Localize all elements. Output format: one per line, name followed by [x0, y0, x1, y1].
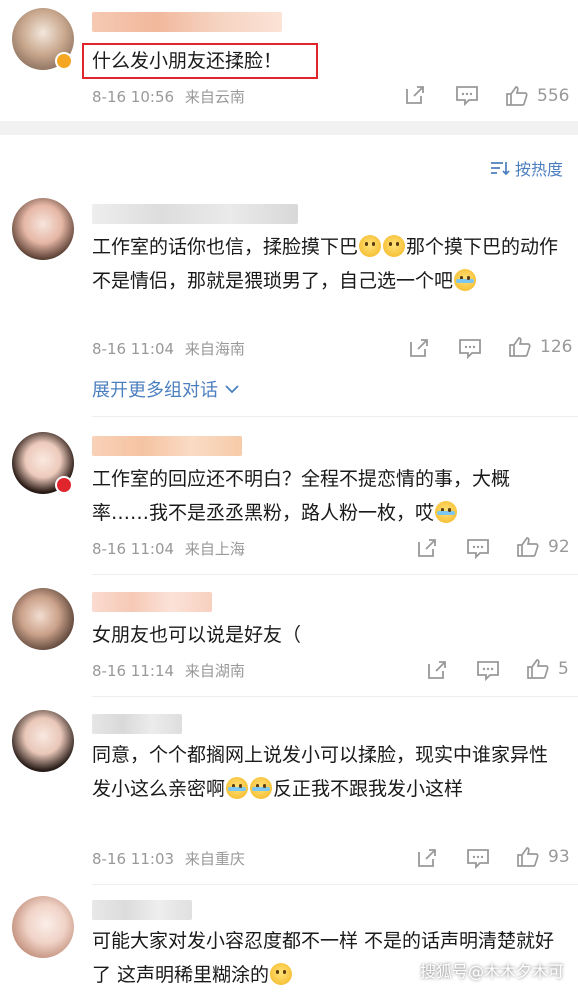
share-button[interactable] [404, 84, 426, 106]
comment-date: 8-16 11:14 [92, 662, 175, 680]
like-button[interactable]: 5 [526, 657, 569, 681]
post-username-blurred[interactable] [92, 12, 282, 32]
comment-location: 来自海南 [184, 340, 245, 358]
post-meta: 8-16 10:56 来自云南 [92, 86, 251, 107]
comment-location: 来自上海 [184, 540, 245, 558]
smirk-emoji-icon [270, 963, 293, 985]
watermark: 搜狐号@木木夕木可 [419, 962, 564, 981]
comment-location: 来自湖南 [184, 662, 245, 680]
comment-meta: 8-16 11:04 来自上海 [92, 538, 251, 559]
sort-icon [491, 162, 510, 176]
comment-button[interactable] [466, 537, 490, 559]
vip-badge-icon [55, 476, 73, 494]
comment-icon [467, 849, 489, 869]
comment-username-blurred[interactable] [92, 592, 212, 612]
shy-emoji-icon [359, 235, 382, 257]
comment-button[interactable] [458, 337, 482, 359]
comment-icon [459, 339, 481, 359]
shy-emoji-icon [383, 235, 406, 257]
chevron-down-icon [225, 385, 239, 394]
row-divider [92, 696, 578, 697]
expand-thread-link[interactable]: 展开更多组对话 [92, 376, 240, 402]
comment-username-blurred[interactable] [92, 714, 182, 734]
comment-like-count: 126 [540, 337, 573, 357]
comment-username-blurred[interactable] [92, 900, 192, 920]
comment-date: 8-16 11:04 [92, 340, 175, 358]
share-icon [418, 539, 436, 557]
comment-button[interactable] [466, 847, 490, 869]
share-icon [410, 339, 428, 357]
comment-like-count: 93 [548, 847, 570, 867]
comment-icon [456, 86, 478, 106]
comment-meta: 8-16 11:03 来自重庆 [92, 848, 251, 869]
comment-meta: 8-16 11:04 来自海南 [92, 338, 251, 359]
share-button[interactable] [426, 659, 448, 681]
comment-icon [477, 661, 499, 681]
share-icon [406, 86, 424, 104]
thumbs-up-icon [506, 86, 528, 106]
verified-badge-icon [55, 52, 73, 70]
comment-meta: 8-16 11:14 来自湖南 [92, 660, 251, 681]
laugh-cry-emoji-icon [435, 501, 458, 523]
comment-date: 8-16 11:03 [92, 850, 175, 868]
like-button[interactable]: 556 [505, 84, 569, 108]
comment-username-blurred[interactable] [92, 204, 298, 224]
share-button[interactable] [416, 847, 438, 869]
comment-button[interactable] [455, 84, 479, 106]
comment-date: 8-16 11:04 [92, 540, 175, 558]
share-icon [418, 849, 436, 867]
sort-label: 按热度 [515, 160, 564, 179]
like-button[interactable]: 92 [516, 535, 570, 559]
comment-username-blurred[interactable] [92, 436, 242, 456]
section-divider [0, 121, 578, 135]
comment-location: 来自重庆 [184, 850, 245, 868]
comment-like-count: 5 [558, 659, 569, 679]
comment-text: 同意，个个都搁网上说发小可以揉脸，现实中谁家异性发小这么亲密啊 反正我不跟我发小这… [92, 744, 549, 800]
expand-thread-label: 展开更多组对话 [92, 380, 218, 401]
post-text: 什么发小朋友还揉脸！ [92, 50, 283, 72]
comment-text: 工作室的回应还不明白？全程不提恋情的事，大概率……我不是丞丞黑粉，路人粉一枚，哎 [92, 468, 511, 524]
share-icon [428, 661, 446, 679]
thumbs-up-icon [509, 337, 531, 357]
comment-like-count: 92 [548, 537, 570, 557]
comment-avatar[interactable] [12, 588, 74, 650]
thumbs-up-icon [517, 847, 539, 867]
row-divider [92, 884, 578, 885]
like-button[interactable]: 126 [508, 335, 572, 359]
thumbs-up-icon [527, 659, 549, 679]
share-button[interactable] [408, 337, 430, 359]
comment-avatar[interactable] [12, 198, 74, 260]
row-divider [92, 574, 578, 575]
like-button[interactable]: 93 [516, 845, 570, 869]
row-divider [92, 416, 578, 417]
share-button[interactable] [416, 537, 438, 559]
comment-button[interactable] [476, 659, 500, 681]
comment-avatar[interactable] [12, 710, 74, 772]
comment-avatar[interactable] [12, 896, 74, 958]
laugh-cry-emoji-icon [226, 777, 249, 799]
sort-button[interactable]: 按热度 [490, 156, 563, 180]
post-location: 来自云南 [184, 88, 245, 106]
comment-icon [467, 539, 489, 559]
thumbs-up-icon [517, 537, 539, 557]
laugh-cry-emoji-icon [454, 269, 477, 291]
post-like-count: 556 [537, 86, 570, 106]
comment-text: 女朋友也可以说是好友（ [92, 624, 302, 646]
post-date: 8-16 10:56 [92, 88, 175, 106]
comment-text: 工作室的话你也信，揉脸摸下巴 那个摸下巴的动作不是情侣，那就是猥琐男了，自己选一个… [92, 235, 559, 292]
laugh-cry-emoji-icon [250, 777, 273, 799]
